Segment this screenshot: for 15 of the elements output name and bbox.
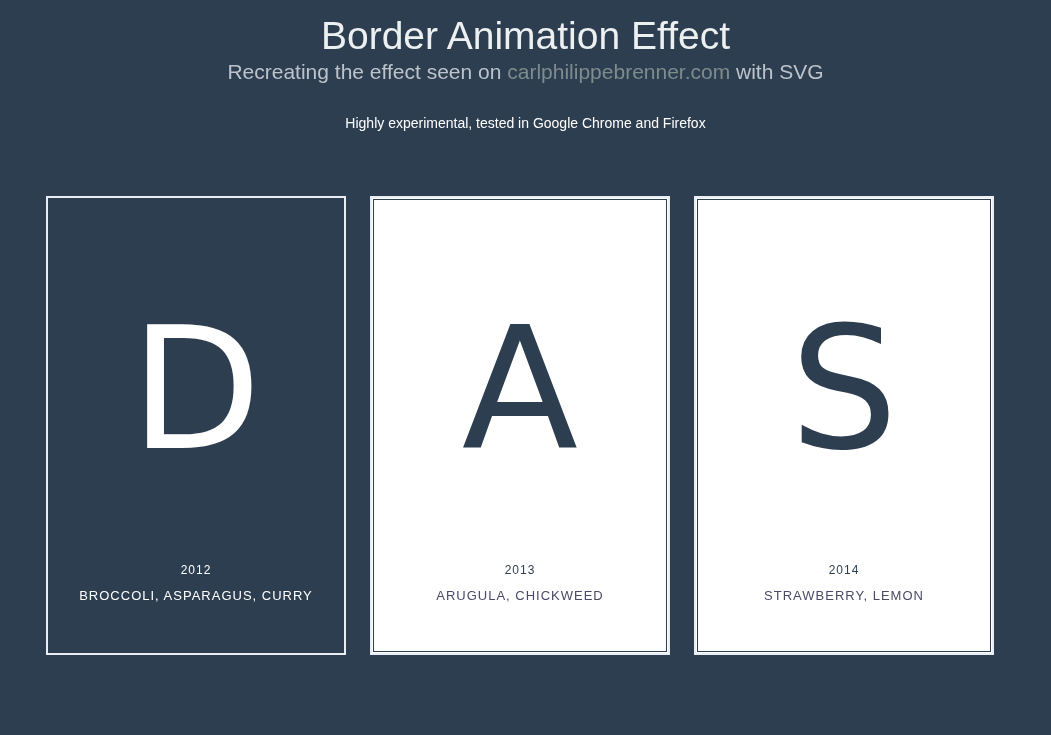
card[interactable]: A 2013 ARUGULA, CHICKWEED [370,196,670,655]
card-label: ARUGULA, CHICKWEED [436,587,604,604]
subtitle: Recreating the effect seen on carlphilippebrenner.com with SVG [226,59,825,85]
card-label: BROCCOLI, ASPARAGUS, CURRY [79,587,313,604]
card-label: STRAWBERRY, LEMON [764,587,924,604]
card-year: 2012 [180,562,212,578]
note-text: Highly experimental, tested in Google Chrome and Firefox [344,114,707,132]
page-title: Border Animation Effect [320,14,731,58]
card[interactable]: D 2012 BROCCOLI, ASPARAGUS, CURRY [46,196,346,655]
card-letter: S [790,294,898,484]
card[interactable]: S 2014 STRAWBERRY, LEMON [694,196,994,655]
card-year: 2014 [828,562,860,578]
card-year: 2013 [504,562,536,578]
card-letter: A [461,294,579,484]
card-letter: D [130,294,262,484]
